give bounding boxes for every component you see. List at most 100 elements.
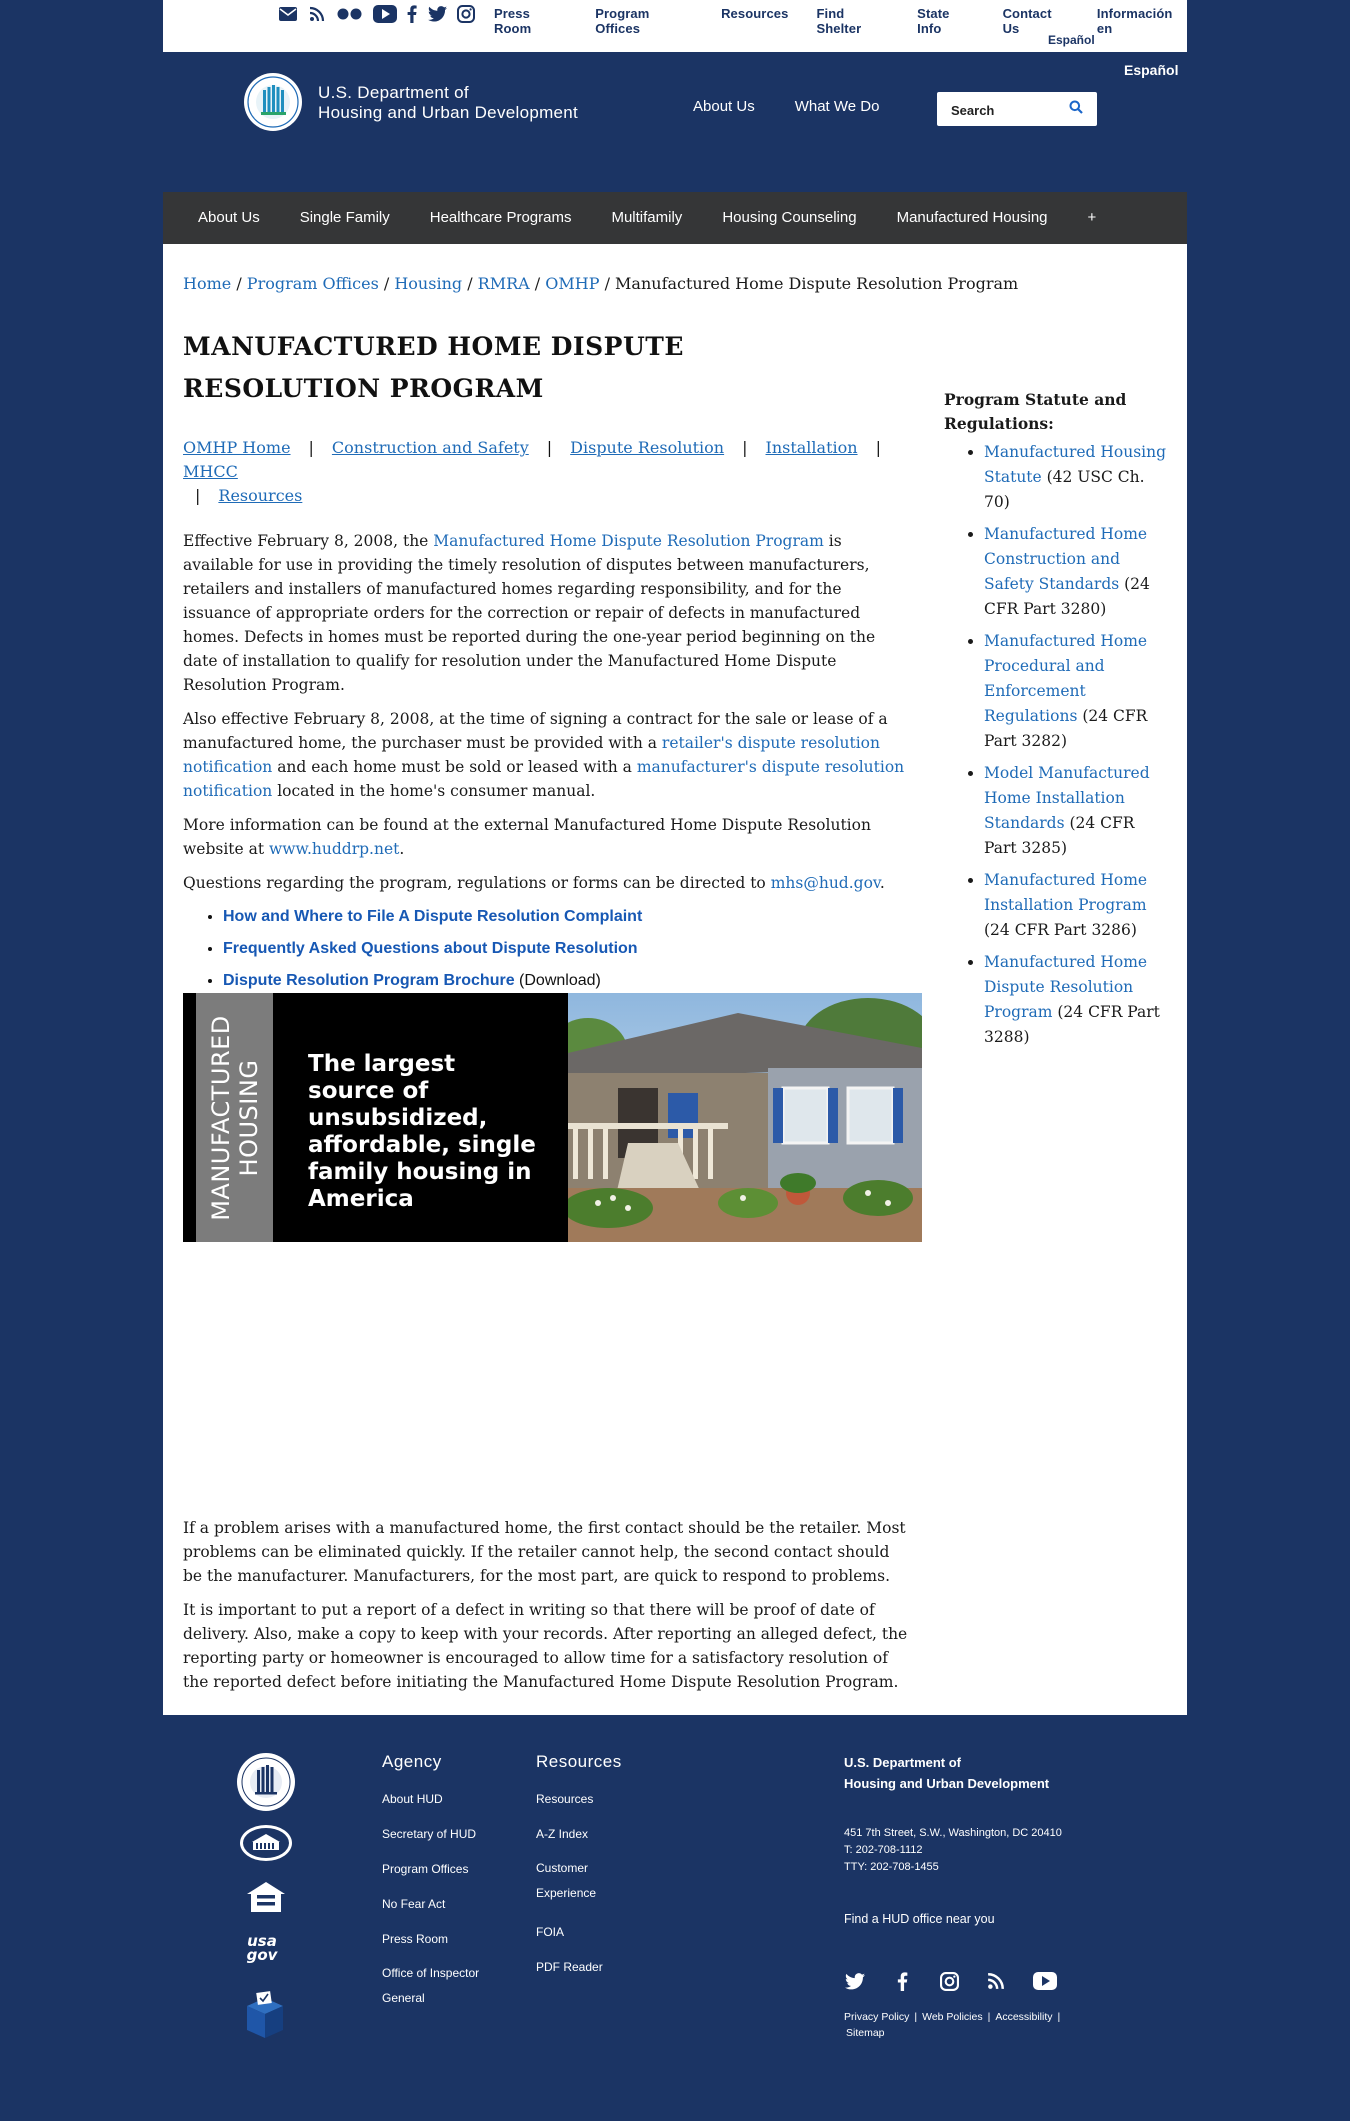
subnav-separator: | [546,438,553,457]
twitter-icon[interactable] [844,1970,866,1992]
subnav-resources[interactable]: Resources [218,486,302,505]
twitter-icon[interactable] [427,4,447,24]
sidebar-link-installation-program[interactable]: Manufactured Home Installation Program [984,871,1147,914]
breadcrumb-rmra[interactable]: RMRA [478,274,530,293]
util-link-press-room[interactable]: Press Room [494,6,567,36]
manufactured-home-photo [568,993,922,1242]
breadcrumb: Home / Program Offices / Housing / RMRA … [183,274,1019,293]
facebook-icon[interactable] [406,4,418,24]
footer-link-inspector-general[interactable]: Office of Inspector General [382,1961,502,2011]
download-note: (Download) [514,972,601,989]
usagov-icon[interactable]: usa gov [240,1934,284,1970]
header-nav-what-we-do[interactable]: What We Do [795,98,880,115]
hud-seal-logo[interactable] [243,72,303,132]
vote-icon[interactable] [243,1988,287,2040]
subnav-separator: | [195,486,201,505]
main-nav-multifamily[interactable]: Multifamily [611,209,682,226]
social-icons [278,4,476,24]
breadcrumb-omhp[interactable]: OMHP [545,274,599,293]
hud-seal-footer-icon[interactable] [236,1752,296,1812]
footer-link-customer-experience[interactable]: Customer Experience [536,1856,616,1906]
footer-social-icons [844,1970,1058,1992]
breadcrumb-housing[interactable]: Housing [394,274,462,293]
sidebar-item: Manufactured Home Dispute Resolution Pro… [984,950,1169,1050]
footer-link-secretary[interactable]: Secretary of HUD [382,1825,512,1843]
file-complaint-link[interactable]: How and Where to File A Dispute Resoluti… [223,908,642,925]
list-item: Dispute Resolution Program Brochure (Dow… [223,969,913,993]
huddrp-website-link[interactable]: www.huddrp.net [269,840,399,858]
rss-icon[interactable] [985,1970,1007,1992]
main-nav-manufactured-housing[interactable]: Manufactured Housing [897,209,1048,226]
main-nav: About Us Single Family Healthcare Progra… [163,192,1187,244]
footer-link-program-offices[interactable]: Program Offices [382,1860,512,1878]
main-nav-housing-counseling[interactable]: Housing Counseling [722,209,856,226]
subnav-installation[interactable]: Installation [766,438,858,457]
lower-paragraph-2: It is important to put a report of a def… [183,1601,908,1691]
banner-tagline: The largest source of unsubsidized, affo… [308,1051,536,1212]
header-nav-about-us[interactable]: About Us [693,98,755,115]
agency-name[interactable]: U.S. Department of Housing and Urban Dev… [318,83,578,123]
search-box [937,92,1097,126]
footer-web-policies[interactable]: Web Policies [922,2011,983,2023]
footer-separator: | [914,2011,918,2023]
footer-link-no-fear-act[interactable]: No Fear Act [382,1895,512,1913]
instagram-icon[interactable] [938,1970,960,1992]
breadcrumb-program-offices[interactable]: Program Offices [247,274,379,293]
util-link-contact-us[interactable]: Contact Us [1003,6,1069,36]
body-paragraph-2: Also effective February 8, 2008, at the … [183,707,913,803]
footer-privacy-policy[interactable]: Privacy Policy [844,2011,909,2023]
faq-link[interactable]: Frequently Asked Questions about Dispute… [223,940,638,957]
footer-link-resources[interactable]: Resources [536,1790,666,1808]
espanol-link[interactable]: Español [1124,62,1178,78]
dispute-resolution-program-link[interactable]: Manufactured Home Dispute Resolution Pro… [433,532,824,550]
footer-link-press-room[interactable]: Press Room [382,1930,512,1948]
footer-link-pdf-reader[interactable]: PDF Reader [536,1958,666,1976]
youtube-icon[interactable] [373,4,397,24]
main-nav-about-us[interactable]: About Us [198,209,260,226]
email-icon[interactable] [278,4,298,24]
subnav-omhp-home[interactable]: OMHP Home [183,438,291,457]
util-link-state-info[interactable]: State Info [917,6,974,36]
rss-icon[interactable] [307,4,327,24]
footer-find-office-link[interactable]: Find a HUD office near you [844,1912,1062,1926]
util-link-espanol-continued[interactable]: Español [1048,33,1095,47]
subnav-construction-and-safety[interactable]: Construction and Safety [332,438,529,457]
text-run: is available for use in providing the ti… [183,532,876,694]
document-links-list: How and Where to File A Dispute Resoluti… [183,905,913,993]
main-nav-healthcare-programs[interactable]: Healthcare Programs [430,209,572,226]
util-link-resources[interactable]: Resources [721,6,788,36]
breadcrumb-current: Manufactured Home Dispute Resolution Pro… [615,274,1019,293]
main-nav-single-family[interactable]: Single Family [300,209,390,226]
footer-resources-title: Resources [536,1752,622,1771]
sidebar-item: Manufactured Housing Statute (42 USC Ch.… [984,440,1169,515]
subnav-mhcc[interactable]: MHCC [183,462,238,481]
footer-link-a-z-index[interactable]: A-Z Index [536,1825,666,1843]
search-input[interactable] [949,100,1063,120]
text-run: . [399,840,405,858]
white-house-icon[interactable] [239,1824,293,1862]
footer-dept-line1: U.S. Department of [844,1755,962,1770]
text-run: and each home must be sold or leased wit… [272,758,637,776]
text-run: . [879,874,885,892]
footer-logos: usa gov [234,1752,298,2040]
footer-accessibility[interactable]: Accessibility [995,2011,1052,2023]
footer-link-about-hud[interactable]: About HUD [382,1790,512,1808]
flickr-icon[interactable] [336,4,364,24]
footer-link-foia[interactable]: FOIA [536,1923,666,1941]
instagram-icon[interactable] [456,4,476,24]
equal-housing-icon[interactable] [245,1880,287,1916]
facebook-icon[interactable] [891,1970,913,1992]
util-link-program-offices[interactable]: Program Offices [595,6,693,36]
subnav-dispute-resolution[interactable]: Dispute Resolution [570,438,724,457]
breadcrumb-home[interactable]: Home [183,274,231,293]
brochure-link[interactable]: Dispute Resolution Program Brochure [223,972,515,989]
youtube-icon[interactable] [1032,1970,1058,1992]
mhs-email-link[interactable]: mhs@hud.gov [771,874,880,892]
util-link-informacion-en-espanol[interactable]: Información en [1097,6,1187,36]
util-link-find-shelter[interactable]: Find Shelter [816,6,889,36]
footer-tty: TTY: 202-708-1455 [844,1861,939,1873]
footer-sitemap[interactable]: Sitemap [846,2027,885,2039]
search-icon[interactable] [1069,100,1087,118]
main-nav-more-button[interactable]: + [1088,209,1097,226]
footer-agency-title: Agency [382,1752,442,1771]
